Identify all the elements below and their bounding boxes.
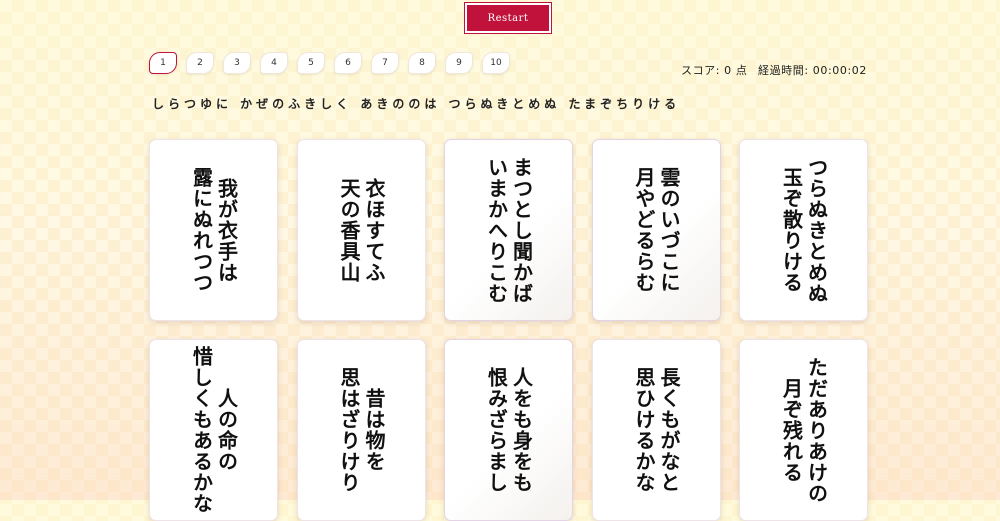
card-line-1: 人をも身をも [509, 367, 534, 493]
score-display: スコア: 0 点 経過時間: 00:00:02 [681, 62, 867, 78]
card-line-2: いまかへりこむ [484, 156, 509, 304]
card-line-2: 月やどるらむ [632, 167, 656, 293]
round-button-8[interactable]: 8 [408, 52, 436, 74]
card-line-1: 雲のいづこに [657, 167, 681, 293]
round-button-5[interactable]: 5 [297, 52, 325, 74]
round-button-9[interactable]: 9 [445, 52, 473, 74]
round-button-7[interactable]: 7 [371, 52, 399, 74]
karuta-card[interactable]: まつとし聞かば いまかへりこむ [444, 139, 573, 321]
card-line-2: 思ひけるかな [632, 367, 656, 493]
round-button-3[interactable]: 3 [223, 52, 251, 74]
card-line-2: 月ぞ残れる [779, 377, 804, 483]
round-button-2[interactable]: 2 [186, 52, 214, 74]
round-selector: 1 2 3 4 5 6 7 8 9 10 [149, 52, 510, 74]
card-line-1: まつとし聞かば [509, 156, 534, 304]
card-line-1: 衣ほすてふ [362, 177, 386, 283]
card-line-1: つらぬきとめぬ [804, 156, 829, 304]
card-line-1: 長くもがなと [657, 367, 681, 493]
karuta-card[interactable]: 衣ほすてふ 天の香具山 [296, 139, 426, 321]
karuta-card[interactable]: 雲のいづこに 月やどるらむ [591, 139, 721, 321]
round-button-6[interactable]: 6 [334, 52, 362, 74]
round-button-1[interactable]: 1 [149, 52, 177, 74]
karuta-card[interactable]: 人の命の 惜しくもあるかな [149, 339, 278, 521]
card-line-2: 玉ぞ散りける [779, 167, 804, 293]
poem-prompt: しらつゆに かぜのふきしく あきののは つらぬきとめぬ たまぞちりける [152, 97, 681, 111]
round-button-4[interactable]: 4 [260, 52, 288, 74]
card-line-1: 人の命の [214, 388, 239, 472]
card-line-1: ただありあけの [804, 356, 829, 504]
card-line-1: 昔は物を [362, 388, 386, 472]
score-text: スコア: 0 点 [680, 64, 748, 77]
restart-button[interactable]: Restart [464, 2, 552, 34]
elapsed-time: 経過時間: 00:00:02 [757, 64, 867, 77]
karuta-card[interactable]: 長くもがなと 思ひけるかな [591, 339, 721, 521]
card-line-2: 思はざりけり [337, 367, 361, 493]
karuta-card[interactable]: 我が衣手は 露にぬれつつ [149, 139, 278, 321]
round-button-10[interactable]: 10 [482, 52, 510, 74]
karuta-card[interactable]: 昔は物を 思はざりけり [296, 339, 426, 521]
card-line-2: 天の香具山 [337, 177, 361, 283]
karuta-card[interactable]: ただありあけの 月ぞ残れる [739, 339, 868, 521]
card-line-2: 露にぬれつつ [189, 167, 214, 293]
karuta-card[interactable]: 人をも身をも 恨みざらまし [444, 339, 573, 521]
card-line-1: 我が衣手は [214, 177, 239, 283]
card-line-2: 惜しくもあるかな [189, 346, 214, 514]
karuta-card[interactable]: つらぬきとめぬ 玉ぞ散りける [739, 139, 868, 321]
card-line-2: 恨みざらまし [484, 367, 509, 493]
